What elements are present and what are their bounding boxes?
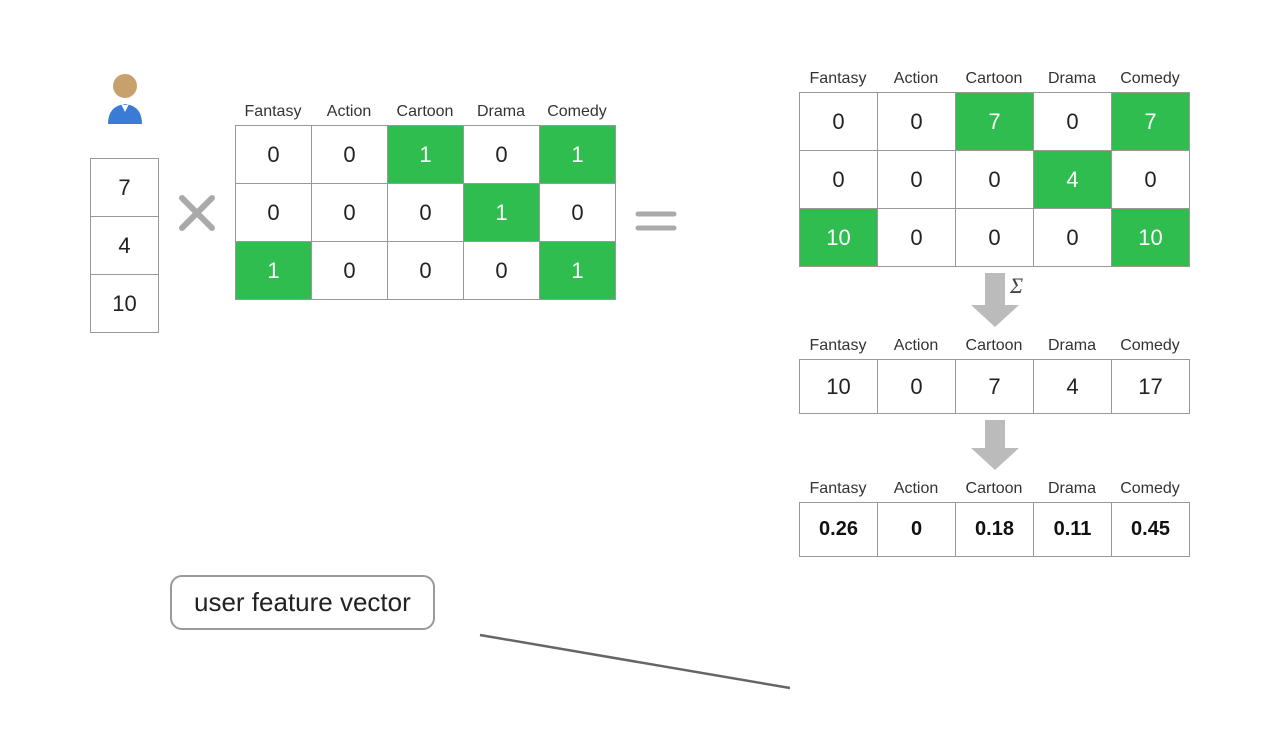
genre-header-cell: Drama (463, 103, 539, 125)
rating-cell: 4 (91, 217, 159, 275)
genre-header-cell: Fantasy (235, 103, 311, 125)
result-matrix-cell: 0 (800, 93, 878, 151)
sum-headers: FantasyActionCartoonDramaComedy (799, 337, 1189, 359)
result-matrix-cell: 0 (956, 209, 1034, 267)
result-header-cell: Comedy (1111, 70, 1189, 92)
multiply-symbol (177, 193, 217, 241)
main-container: 7410 FantasyActionCartoonDramaComedy 001… (0, 0, 1280, 720)
genre-matrix-cell: 0 (388, 242, 464, 300)
genre-matrix-cell: 0 (312, 242, 388, 300)
genre-headers: FantasyActionCartoonDramaComedy (235, 103, 615, 125)
result-matrix-cell: 10 (800, 209, 878, 267)
result-matrix: 00707000401000010 (799, 92, 1190, 267)
sum-cell: 7 (956, 360, 1034, 414)
genre-matrix-cell: 0 (236, 126, 312, 184)
sum-header-cell: Fantasy (799, 337, 877, 359)
result-matrix-cell: 0 (1034, 93, 1112, 151)
sum-row-table: 1007417 (799, 359, 1190, 414)
norm-headers: FantasyActionCartoonDramaComedy (799, 480, 1189, 502)
genre-matrix-cell: 0 (312, 184, 388, 242)
result-header-cell: Fantasy (799, 70, 877, 92)
result-matrix-cell: 7 (1112, 93, 1190, 151)
content-area: 7410 FantasyActionCartoonDramaComedy 001… (90, 30, 1190, 690)
result-matrix-cell: 0 (878, 209, 956, 267)
genre-header-cell: Action (311, 103, 387, 125)
genre-matrix-cell: 1 (236, 242, 312, 300)
genre-header-cell: Cartoon (387, 103, 463, 125)
sum-cell: 17 (1112, 360, 1190, 414)
sum-row-wrap: FantasyActionCartoonDramaComedy 1007417 (799, 337, 1190, 414)
genre-matrix-cell: 1 (388, 126, 464, 184)
genre-matrix-cell: 1 (540, 242, 616, 300)
equals-symbol (634, 204, 678, 245)
rating-vector: 7410 (90, 158, 159, 333)
result-matrix-cell: 0 (878, 151, 956, 209)
result-matrix-cell: 7 (956, 93, 1034, 151)
norm-row-table: 0.2600.180.110.45 (799, 502, 1190, 557)
norm-header-cell: Drama (1033, 480, 1111, 502)
avatar-icon (98, 70, 152, 124)
norm-cell: 0.11 (1034, 503, 1112, 557)
genre-matrix-cell: 0 (464, 242, 540, 300)
genre-matrix-cell: 0 (312, 126, 388, 184)
norm-row-wrap: FantasyActionCartoonDramaComedy 0.2600.1… (799, 480, 1190, 557)
result-matrix-cell: 4 (1034, 151, 1112, 209)
sum-cell: 4 (1034, 360, 1112, 414)
norm-cell: 0.26 (800, 503, 878, 557)
normalize-arrow-svg (955, 420, 1035, 470)
result-matrix-wrap: FantasyActionCartoonDramaComedy 00707000… (799, 70, 1190, 267)
sum-header-cell: Drama (1033, 337, 1111, 359)
rating-cell: 10 (91, 275, 159, 333)
left-section: 7410 FantasyActionCartoonDramaComedy 001… (90, 70, 678, 333)
result-matrix-cell: 0 (956, 151, 1034, 209)
result-header-cell: Cartoon (955, 70, 1033, 92)
genre-header-cell: Comedy (539, 103, 615, 125)
sum-arrow-svg: Σ (955, 273, 1035, 327)
sum-row: 1007417 (800, 360, 1190, 414)
genre-matrix-cell: 1 (464, 184, 540, 242)
genre-matrix-cell: 0 (388, 184, 464, 242)
sum-arrow: Σ (955, 273, 1035, 327)
sum-header-cell: Action (877, 337, 955, 359)
norm-cell: 0.18 (956, 503, 1034, 557)
result-matrix-cell: 0 (800, 151, 878, 209)
result-header-cell: Action (877, 70, 955, 92)
norm-header-cell: Fantasy (799, 480, 877, 502)
genre-matrix-cell: 0 (236, 184, 312, 242)
norm-row: 0.2600.180.110.45 (800, 503, 1190, 557)
result-matrix-cell: 0 (1112, 151, 1190, 209)
rating-cell: 7 (91, 159, 159, 217)
sum-cell: 10 (800, 360, 878, 414)
genre-matrix-wrap: FantasyActionCartoonDramaComedy 00101000… (235, 103, 616, 300)
norm-header-cell: Action (877, 480, 955, 502)
sum-cell: 0 (878, 360, 956, 414)
norm-header-cell: Cartoon (955, 480, 1033, 502)
norm-header-cell: Comedy (1111, 480, 1189, 502)
normalize-arrow (955, 420, 1035, 470)
sum-header-cell: Comedy (1111, 337, 1189, 359)
result-matrix-cell: 0 (1034, 209, 1112, 267)
norm-cell: 0 (878, 503, 956, 557)
result-matrix-cell: 10 (1112, 209, 1190, 267)
genre-matrix-cell: 0 (540, 184, 616, 242)
result-header-cell: Drama (1033, 70, 1111, 92)
right-section: FantasyActionCartoonDramaComedy 00707000… (799, 70, 1190, 557)
genre-matrix-cell: 0 (464, 126, 540, 184)
norm-cell: 0.45 (1112, 503, 1190, 557)
result-headers: FantasyActionCartoonDramaComedy (799, 70, 1189, 92)
user-avatar: 7410 (90, 70, 159, 333)
user-feature-vector-label: user feature vector (170, 575, 435, 630)
genre-matrix-cell: 1 (540, 126, 616, 184)
svg-text:Σ: Σ (1009, 273, 1023, 298)
sum-header-cell: Cartoon (955, 337, 1033, 359)
result-matrix-cell: 0 (878, 93, 956, 151)
genre-matrix: 001010001010001 (235, 125, 616, 300)
